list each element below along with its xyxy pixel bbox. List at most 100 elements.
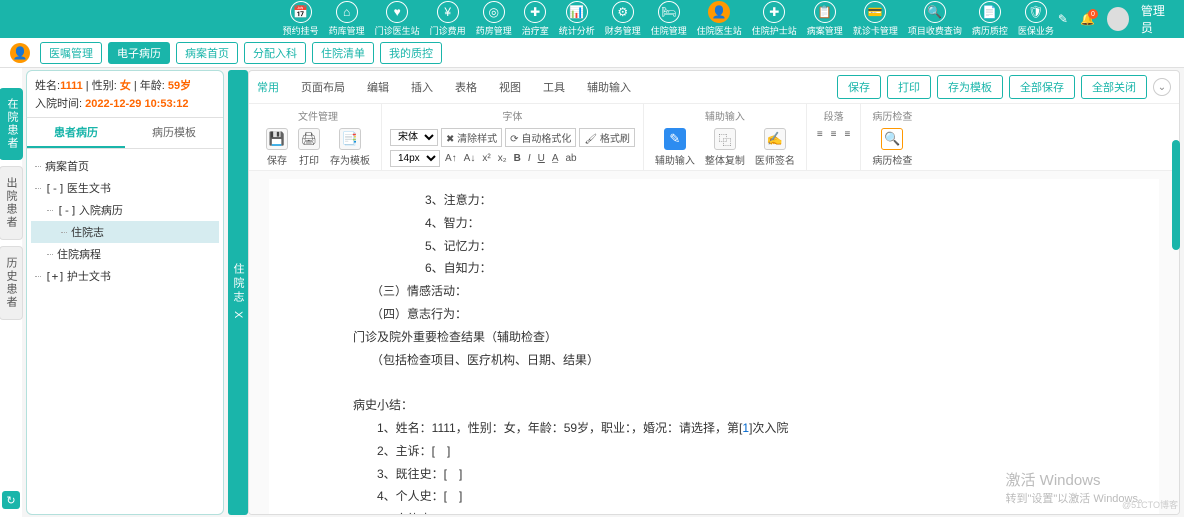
editor-area: 常用 页面布局 编辑 插入 表格 视图 工具 辅助输入 保存打印存为模板全部保存全部关闭 ⌄ 文… bbox=[248, 70, 1180, 515]
action-存为模板[interactable]: 存为模板 bbox=[937, 75, 1003, 99]
vtab-历史患者[interactable]: 历史患者 bbox=[0, 246, 23, 320]
ribbon-btn-打印[interactable]: 🖨打印 bbox=[295, 128, 323, 167]
menu-插入[interactable]: 插入 bbox=[411, 79, 433, 95]
user-label[interactable]: 管理员 bbox=[1141, 2, 1174, 36]
pill-住院清单[interactable]: 住院清单 bbox=[312, 42, 374, 64]
edit-icon[interactable]: ✎ bbox=[1058, 12, 1068, 26]
vtab-action-icon[interactable]: ↻ bbox=[2, 491, 20, 509]
vtab-在院患者[interactable]: 在院患者 bbox=[0, 88, 23, 160]
vtab-出院患者[interactable]: 出院患者 bbox=[0, 166, 23, 240]
nav-治疗室[interactable]: ✚治疗室 bbox=[518, 0, 553, 39]
nav-项目收费查询[interactable]: 🔍项目收费查询 bbox=[904, 0, 966, 39]
menu-辅助输入[interactable]: 辅助输入 bbox=[587, 79, 631, 95]
action-保存[interactable]: 保存 bbox=[837, 75, 881, 99]
tab-patient-record[interactable]: 患者病历 bbox=[27, 118, 125, 148]
pill-病案首页[interactable]: 病案首页 bbox=[176, 42, 238, 64]
nav-医保业务[interactable]: 🛡医保业务 bbox=[1014, 0, 1058, 39]
nav-病案管理[interactable]: 📋病案管理 bbox=[803, 0, 847, 39]
ribbon-btn-存为模板[interactable]: 📑存为模板 bbox=[327, 128, 373, 167]
tree-医生文书[interactable]: [-]医生文书 bbox=[31, 177, 219, 199]
ribbon: 文件管理 💾保存🖨打印📑存为模板 字体 宋体 ✖ 清除样式 ⟳ 自动格式化 🖌 … bbox=[249, 104, 1179, 171]
action-打印[interactable]: 打印 bbox=[887, 75, 931, 99]
subnav-pills: 医嘱管理电子病历病案首页分配入科住院清单我的质控 bbox=[40, 42, 442, 64]
bell-icon[interactable]: 🔔0 bbox=[1080, 12, 1095, 26]
document-page[interactable]: 3、注意力： 4、智力： 5、记忆力： 6、自知力： （三）情感活动： （四）意… bbox=[269, 179, 1159, 514]
auto-format-button[interactable]: ⟳ 自动格式化 bbox=[505, 128, 576, 147]
highlight-icon[interactable]: ab bbox=[564, 152, 579, 165]
superscript-icon[interactable]: x² bbox=[480, 152, 492, 165]
bell-badge: 0 bbox=[1088, 9, 1098, 19]
patient-name: 1111 bbox=[60, 80, 83, 92]
ribbon-btn-整体复制[interactable]: ⿻整体复制 bbox=[702, 128, 748, 167]
menu-工具[interactable]: 工具 bbox=[543, 79, 565, 95]
ribbon-btn-病历检查[interactable]: 🔍病历检查 bbox=[869, 128, 915, 167]
tree-住院病程[interactable]: 住院病程 bbox=[31, 243, 219, 265]
font-color-icon[interactable]: A̲ bbox=[550, 152, 561, 165]
scrollbar[interactable] bbox=[1170, 120, 1180, 513]
underline-icon[interactable]: U bbox=[536, 152, 547, 165]
font-increase-icon[interactable]: A↑ bbox=[443, 152, 459, 165]
ribbon-check: 病历检查 🔍病历检查 bbox=[861, 104, 923, 170]
pill-我的质控[interactable]: 我的质控 bbox=[380, 42, 442, 64]
action-全部关闭[interactable]: 全部关闭 bbox=[1081, 75, 1147, 99]
format-painter-button[interactable]: 🖌 格式刷 bbox=[579, 128, 634, 147]
left-tabs: 患者病历 病历模板 bbox=[27, 118, 223, 149]
tree-入院病历[interactable]: [-]入院病历 bbox=[31, 199, 219, 221]
ribbon-btn-辅助输入[interactable]: ✎辅助输入 bbox=[652, 128, 698, 167]
doc-tab-label[interactable]: 住院志 X bbox=[228, 70, 248, 515]
menu-表格[interactable]: 表格 bbox=[455, 79, 477, 95]
document-scroll[interactable]: 3、注意力： 4、智力： 5、记忆力： 6、自知力： （三）情感活动： （四）意… bbox=[249, 171, 1179, 514]
nav-门诊费用[interactable]: ¥门诊费用 bbox=[426, 0, 470, 39]
ribbon-btn-保存[interactable]: 💾保存 bbox=[263, 128, 291, 167]
nav-住院护士站[interactable]: ✚住院护士站 bbox=[748, 0, 801, 39]
nav-药库管理[interactable]: ⌂药库管理 bbox=[325, 0, 369, 39]
nav-门诊医生站[interactable]: ♥门诊医生站 bbox=[371, 0, 424, 39]
menu-编辑[interactable]: 编辑 bbox=[367, 79, 389, 95]
nav-统计分析[interactable]: 📊统计分析 bbox=[555, 0, 599, 39]
tree-护士文书[interactable]: [+]护士文书 bbox=[31, 265, 219, 287]
ribbon-btn-医师签名[interactable]: ✍医师签名 bbox=[752, 128, 798, 167]
nav-药房管理[interactable]: ◎药房管理 bbox=[472, 0, 516, 39]
avatar[interactable] bbox=[1107, 7, 1129, 31]
ribbon-font: 字体 宋体 ✖ 清除样式 ⟳ 自动格式化 🖌 格式刷 14px A↑ A↓ x²… bbox=[382, 104, 644, 170]
menu-页面布局[interactable]: 页面布局 bbox=[301, 79, 345, 95]
align-center-icon[interactable]: ≡ bbox=[829, 128, 839, 141]
tab-template[interactable]: 病历模板 bbox=[125, 118, 223, 148]
sub-nav: 👤 医嘱管理电子病历病案首页分配入科住院清单我的质控 bbox=[0, 38, 1184, 68]
font-decrease-icon[interactable]: A↓ bbox=[462, 152, 478, 165]
nav-住院管理[interactable]: 🛏住院管理 bbox=[647, 0, 691, 39]
patient-info: 姓名:1111 | 性别: 女 | 年龄: 59岁 入院时间: 2022-12-… bbox=[27, 71, 223, 118]
patient-sex: 女 bbox=[120, 80, 131, 92]
font-size-select[interactable]: 14px bbox=[390, 150, 440, 167]
ribbon-file: 文件管理 💾保存🖨打印📑存为模板 bbox=[255, 104, 382, 170]
scroll-thumb[interactable] bbox=[1172, 140, 1180, 250]
rg-font-title: 字体 bbox=[390, 106, 635, 125]
font-family-select[interactable]: 宋体 bbox=[390, 129, 438, 146]
patient-admit: 2022-12-29 10:53:12 bbox=[85, 98, 188, 110]
ribbon-aux: 辅助输入 ✎辅助输入⿻整体复制✍医师签名 bbox=[644, 104, 807, 170]
pill-分配入科[interactable]: 分配入科 bbox=[244, 42, 306, 64]
top-header: 📅预约挂号⌂药库管理♥门诊医生站¥门诊费用◎药房管理✚治疗室📊统计分析⚙财务管理… bbox=[0, 0, 1184, 38]
menu-常用[interactable]: 常用 bbox=[257, 79, 279, 95]
subscript-icon[interactable]: x₂ bbox=[496, 152, 509, 165]
nav-住院医生站[interactable]: 👤住院医生站 bbox=[693, 0, 746, 39]
nav-预约挂号[interactable]: 📅预约挂号 bbox=[279, 0, 323, 39]
italic-icon[interactable]: I bbox=[526, 152, 533, 165]
align-right-icon[interactable]: ≡ bbox=[843, 128, 853, 141]
patient-age: 59岁 bbox=[168, 80, 191, 92]
tree-病案首页[interactable]: 病案首页 bbox=[31, 155, 219, 177]
nav-财务管理[interactable]: ⚙财务管理 bbox=[601, 0, 645, 39]
rg-file-title: 文件管理 bbox=[263, 106, 373, 125]
clear-format-button[interactable]: ✖ 清除样式 bbox=[441, 128, 502, 147]
collapse-icon[interactable]: ⌄ bbox=[1153, 78, 1171, 96]
pill-电子病历[interactable]: 电子病历 bbox=[108, 42, 170, 64]
tree-住院志[interactable]: 住院志 bbox=[31, 221, 219, 243]
pill-医嘱管理[interactable]: 医嘱管理 bbox=[40, 42, 102, 64]
name-label: 姓名: bbox=[35, 80, 60, 92]
align-left-icon[interactable]: ≡ bbox=[815, 128, 825, 141]
menu-视图[interactable]: 视图 bbox=[499, 79, 521, 95]
action-全部保存[interactable]: 全部保存 bbox=[1009, 75, 1075, 99]
bold-icon[interactable]: B bbox=[512, 152, 523, 165]
nav-病历质控[interactable]: 📄病历质控 bbox=[968, 0, 1012, 39]
nav-就诊卡管理[interactable]: 💳就诊卡管理 bbox=[849, 0, 902, 39]
